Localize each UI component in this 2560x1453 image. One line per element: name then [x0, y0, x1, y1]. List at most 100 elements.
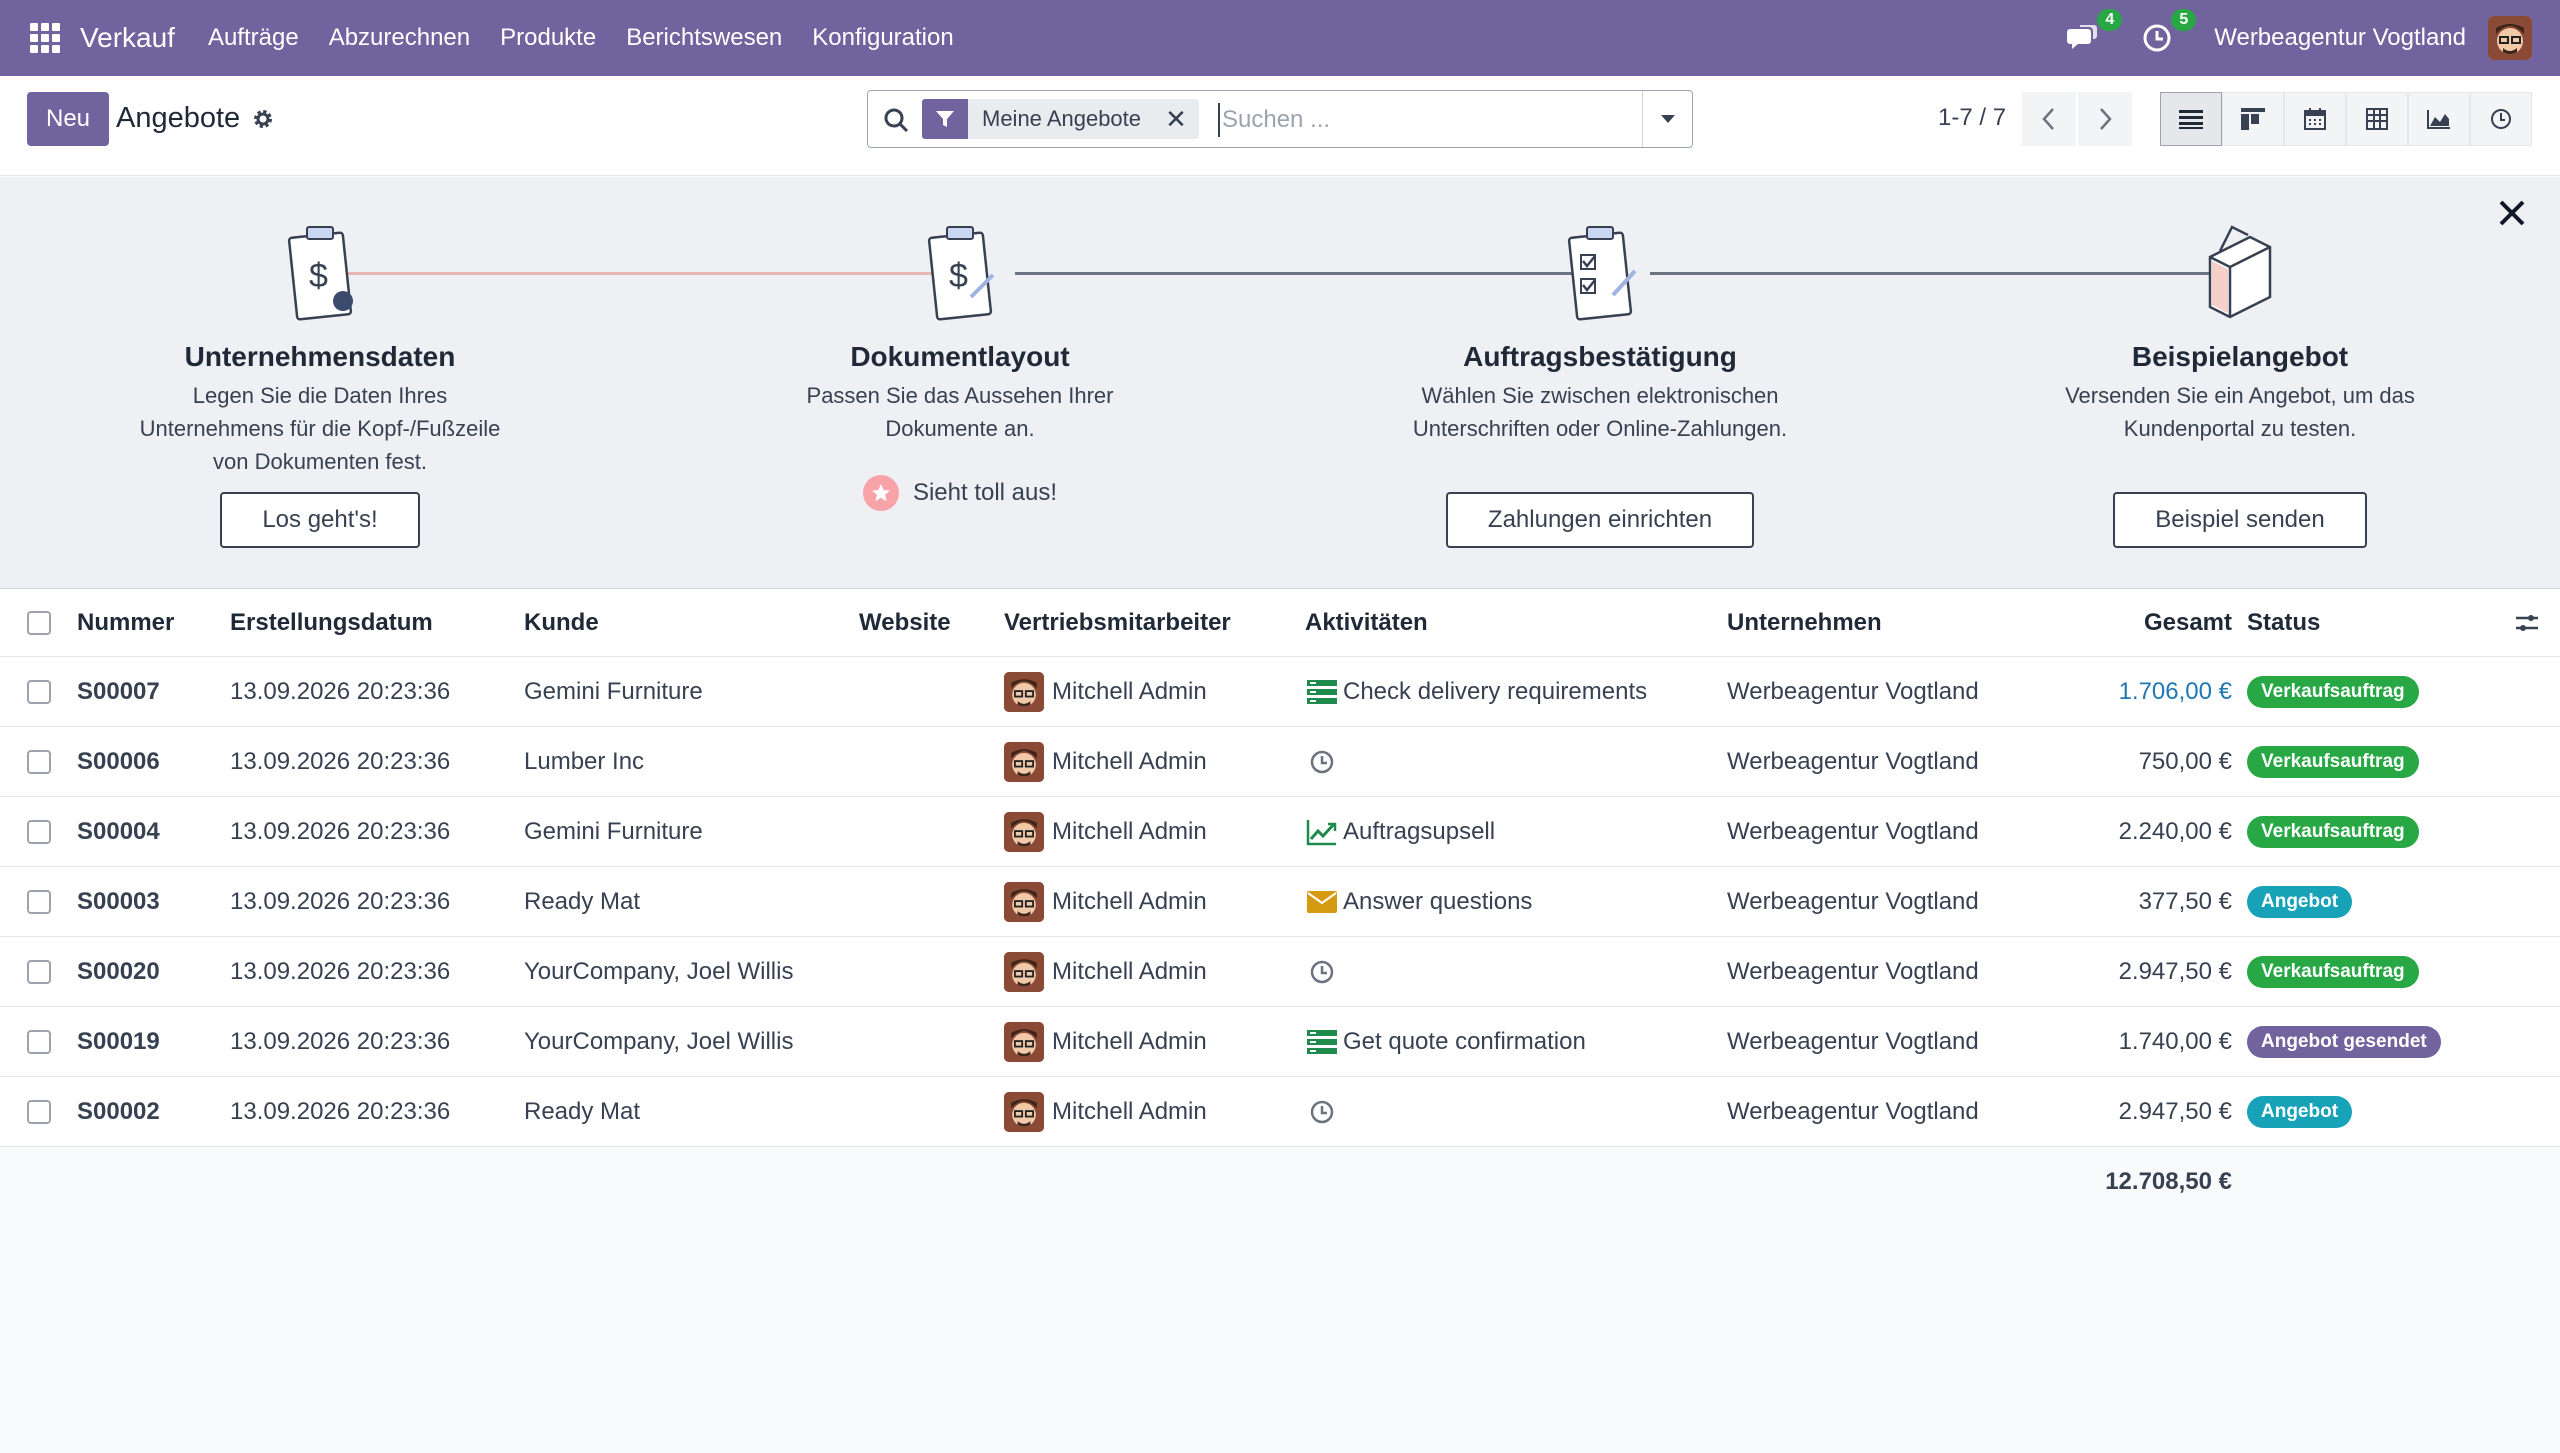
- menu-konfiguration[interactable]: Konfiguration: [812, 24, 953, 52]
- step-description: Versenden Sie ein Angebot, um das Kunden…: [2065, 383, 2415, 441]
- pager-next-button[interactable]: [2078, 92, 2132, 146]
- column-header-total[interactable]: Gesamt: [2100, 589, 2232, 656]
- table-row[interactable]: S00019 13.09.2026 20:23:36 YourCompany, Jo…: [0, 1007, 2560, 1077]
- table-row[interactable]: S00004 13.09.2026 20:23:36 Gemini Furnitur…: [0, 797, 2560, 867]
- order-number[interactable]: S00020: [77, 937, 160, 1006]
- column-header-company[interactable]: Unternehmen: [1727, 589, 1882, 656]
- salesperson[interactable]: Mitchell Admin: [1004, 1007, 1207, 1076]
- row-checkbox[interactable]: [27, 1007, 51, 1076]
- activity[interactable]: Check delivery requirements: [1305, 657, 1647, 726]
- order-number[interactable]: S00002: [77, 1077, 160, 1146]
- menu-auftraege[interactable]: Aufträge: [208, 24, 299, 52]
- salesperson[interactable]: Mitchell Admin: [1004, 1077, 1207, 1146]
- search-facet: Meine Angebote ✕: [922, 99, 1200, 139]
- activities-button[interactable]: 5: [2140, 9, 2197, 55]
- avatar: [1004, 811, 1044, 852]
- order-number[interactable]: S00003: [77, 867, 160, 936]
- company-data-button[interactable]: Los geht's!: [220, 492, 420, 548]
- order-number[interactable]: S00019: [77, 1007, 160, 1076]
- activity[interactable]: [1305, 937, 1343, 1006]
- avatar: [1004, 881, 1044, 922]
- company-switcher[interactable]: Werbeagentur Vogtland: [2214, 24, 2466, 52]
- column-header-number[interactable]: Nummer: [77, 589, 174, 656]
- todo-icon[interactable]: [1305, 1025, 1339, 1059]
- pager-previous-button[interactable]: [2022, 92, 2076, 146]
- activity[interactable]: Auftragsupsell: [1305, 797, 1495, 866]
- salesperson[interactable]: Mitchell Admin: [1004, 937, 1207, 1006]
- search-bar[interactable]: Meine Angebote ✕: [867, 90, 1693, 148]
- envelope-icon[interactable]: [1305, 885, 1339, 919]
- app-name[interactable]: Verkauf: [80, 22, 175, 54]
- step-done-label: Sieht toll aus!: [912, 479, 1058, 506]
- user-avatar[interactable]: [2488, 16, 2532, 60]
- graph-view-button[interactable]: [2408, 92, 2470, 146]
- setup-payments-button[interactable]: Zahlungen einrichten: [1445, 492, 1755, 548]
- table-row[interactable]: S00020 13.09.2026 20:23:36 YourCompany, Jo…: [0, 937, 2560, 1007]
- activity[interactable]: Answer questions: [1305, 867, 1532, 936]
- app-grid-icon[interactable]: [30, 23, 60, 53]
- status-badge: Angebot gesendet: [2247, 1025, 2441, 1058]
- filter-icon: [922, 99, 968, 139]
- activity-view-button[interactable]: [2470, 92, 2532, 146]
- order-number[interactable]: S00007: [77, 657, 160, 726]
- menu-abzurechnen[interactable]: Abzurechnen: [329, 24, 470, 52]
- customer-name: Ready Mat: [524, 887, 641, 915]
- kanban-view-button[interactable]: [2222, 92, 2284, 146]
- customer-name: Ready Mat: [524, 1097, 641, 1125]
- clock-icon[interactable]: [1305, 955, 1339, 989]
- pager-value[interactable]: 1-7 / 7: [1938, 104, 2006, 132]
- avatar: [1004, 1021, 1044, 1062]
- clipboard-dollar-icon: $: [60, 217, 580, 327]
- activity[interactable]: [1305, 727, 1343, 796]
- column-header-activities[interactable]: Aktivitäten: [1305, 589, 1428, 656]
- clock-icon[interactable]: [1305, 745, 1339, 779]
- column-header-customer[interactable]: Kunde: [524, 589, 599, 656]
- column-header-status[interactable]: Status: [2247, 589, 2320, 656]
- column-header-website[interactable]: Website: [859, 589, 951, 656]
- clipboard-checklist-icon: [1340, 217, 1860, 327]
- salesperson[interactable]: Mitchell Admin: [1004, 797, 1207, 866]
- order-number[interactable]: S00004: [77, 797, 160, 866]
- select-all-checkbox[interactable]: [27, 589, 51, 656]
- table-row[interactable]: S00006 13.09.2026 20:23:36 Lumber Inc Mitch…: [0, 727, 2560, 797]
- activity[interactable]: Get quote confirmation: [1305, 1007, 1586, 1076]
- row-checkbox[interactable]: [27, 937, 51, 1006]
- row-checkbox[interactable]: [27, 867, 51, 936]
- row-checkbox[interactable]: [27, 797, 51, 866]
- todo-icon[interactable]: [1305, 675, 1339, 709]
- column-header-salesperson[interactable]: Vertriebsmitarbeiter: [1004, 589, 1231, 656]
- table-row[interactable]: S00003 13.09.2026 20:23:36 Ready Mat Mitche…: [0, 867, 2560, 937]
- search-input[interactable]: [1218, 103, 1638, 137]
- messages-button[interactable]: 4: [2066, 9, 2123, 55]
- row-checkbox[interactable]: [27, 1077, 51, 1146]
- order-number[interactable]: S00006: [77, 727, 160, 796]
- table-row[interactable]: S00002 13.09.2026 20:23:36 Ready Mat Mitche…: [0, 1077, 2560, 1147]
- search-icon[interactable]: [882, 106, 910, 134]
- salesperson[interactable]: Mitchell Admin: [1004, 657, 1207, 726]
- row-checkbox[interactable]: [27, 727, 51, 796]
- company-name: Werbeagentur Vogtland: [1727, 747, 1979, 775]
- step-done-indicator: Sieht toll aus!: [862, 475, 1058, 511]
- activity[interactable]: [1305, 1077, 1343, 1146]
- order-total: 2.947,50 €: [2118, 1097, 2232, 1125]
- facet-remove-icon[interactable]: ✕: [1161, 104, 1191, 135]
- list-view-button[interactable]: [2160, 92, 2222, 146]
- row-checkbox[interactable]: [27, 657, 51, 726]
- new-button[interactable]: Neu: [27, 92, 109, 146]
- column-header-date[interactable]: Erstellungsdatum: [230, 589, 433, 656]
- send-sample-button[interactable]: Beispiel senden: [2113, 492, 2367, 548]
- gear-icon[interactable]: [250, 106, 276, 132]
- menu-produkte[interactable]: Produkte: [500, 24, 596, 52]
- creation-date: 13.09.2026 20:23:36: [230, 817, 451, 845]
- pivot-view-button[interactable]: [2346, 92, 2408, 146]
- optional-columns-toggle[interactable]: [2514, 589, 2540, 656]
- upsell-chart-icon[interactable]: [1305, 815, 1339, 849]
- calendar-view-button[interactable]: [2284, 92, 2346, 146]
- search-options-toggle[interactable]: [1642, 91, 1692, 147]
- table-row[interactable]: S00007 13.09.2026 20:23:36 Gemini Furnitur…: [0, 657, 2560, 727]
- menu-berichtswesen[interactable]: Berichtswesen: [626, 24, 782, 52]
- avatar: [1004, 671, 1044, 712]
- salesperson[interactable]: Mitchell Admin: [1004, 867, 1207, 936]
- clock-icon[interactable]: [1305, 1095, 1339, 1129]
- salesperson[interactable]: Mitchell Admin: [1004, 727, 1207, 796]
